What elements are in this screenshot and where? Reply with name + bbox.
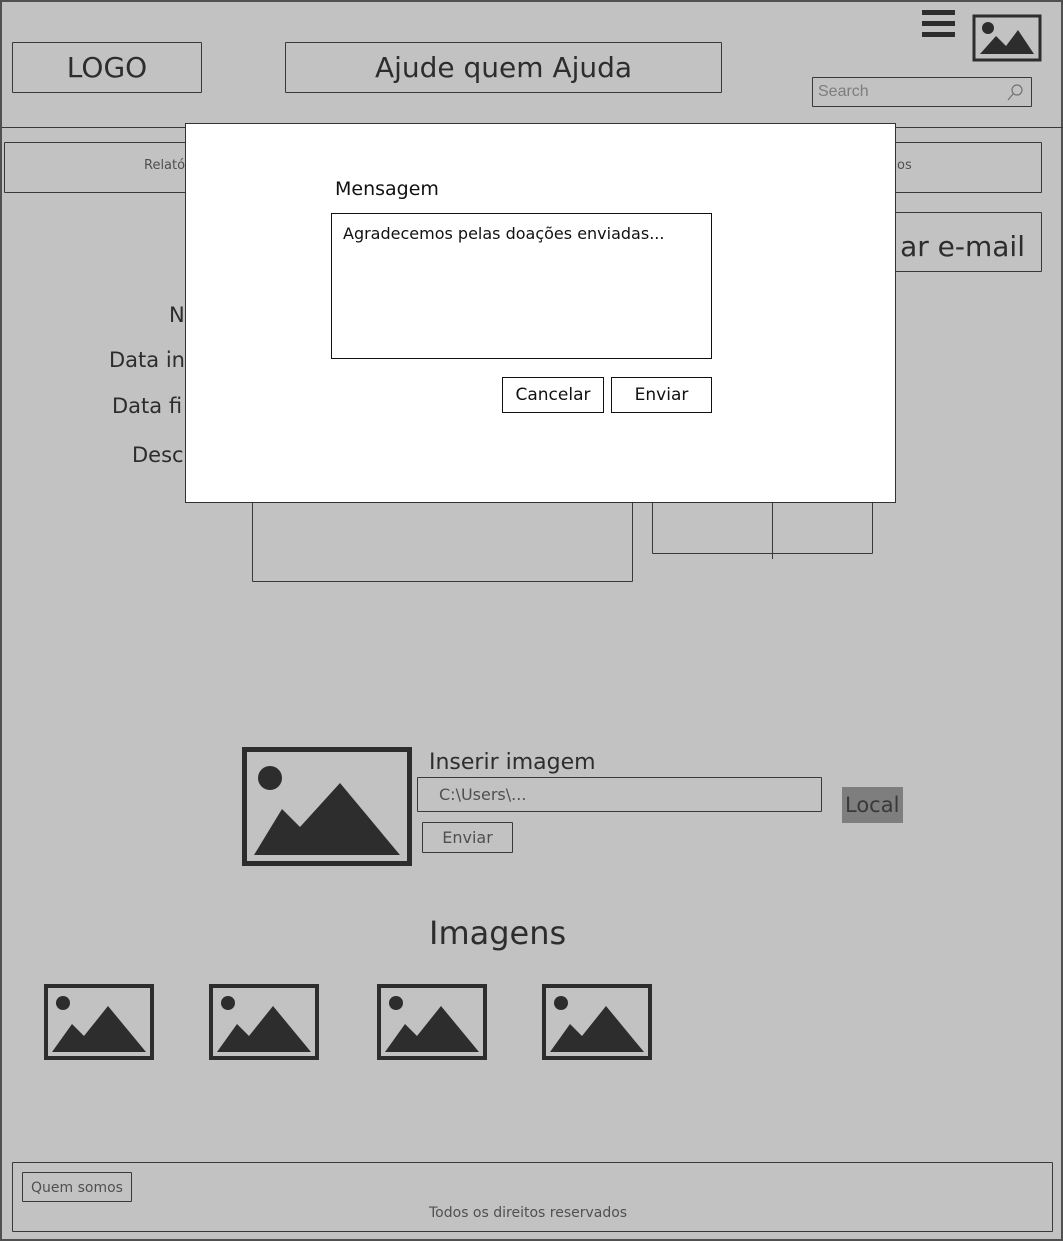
dialog-title: Mensagem [335,178,439,200]
message-dialog: Mensagem Agradecemos pelas doações envia… [185,123,896,503]
message-textarea[interactable]: Agradecemos pelas doações enviadas... [331,213,712,359]
send-button[interactable]: Enviar [611,377,712,413]
cancel-button[interactable]: Cancelar [502,377,604,413]
